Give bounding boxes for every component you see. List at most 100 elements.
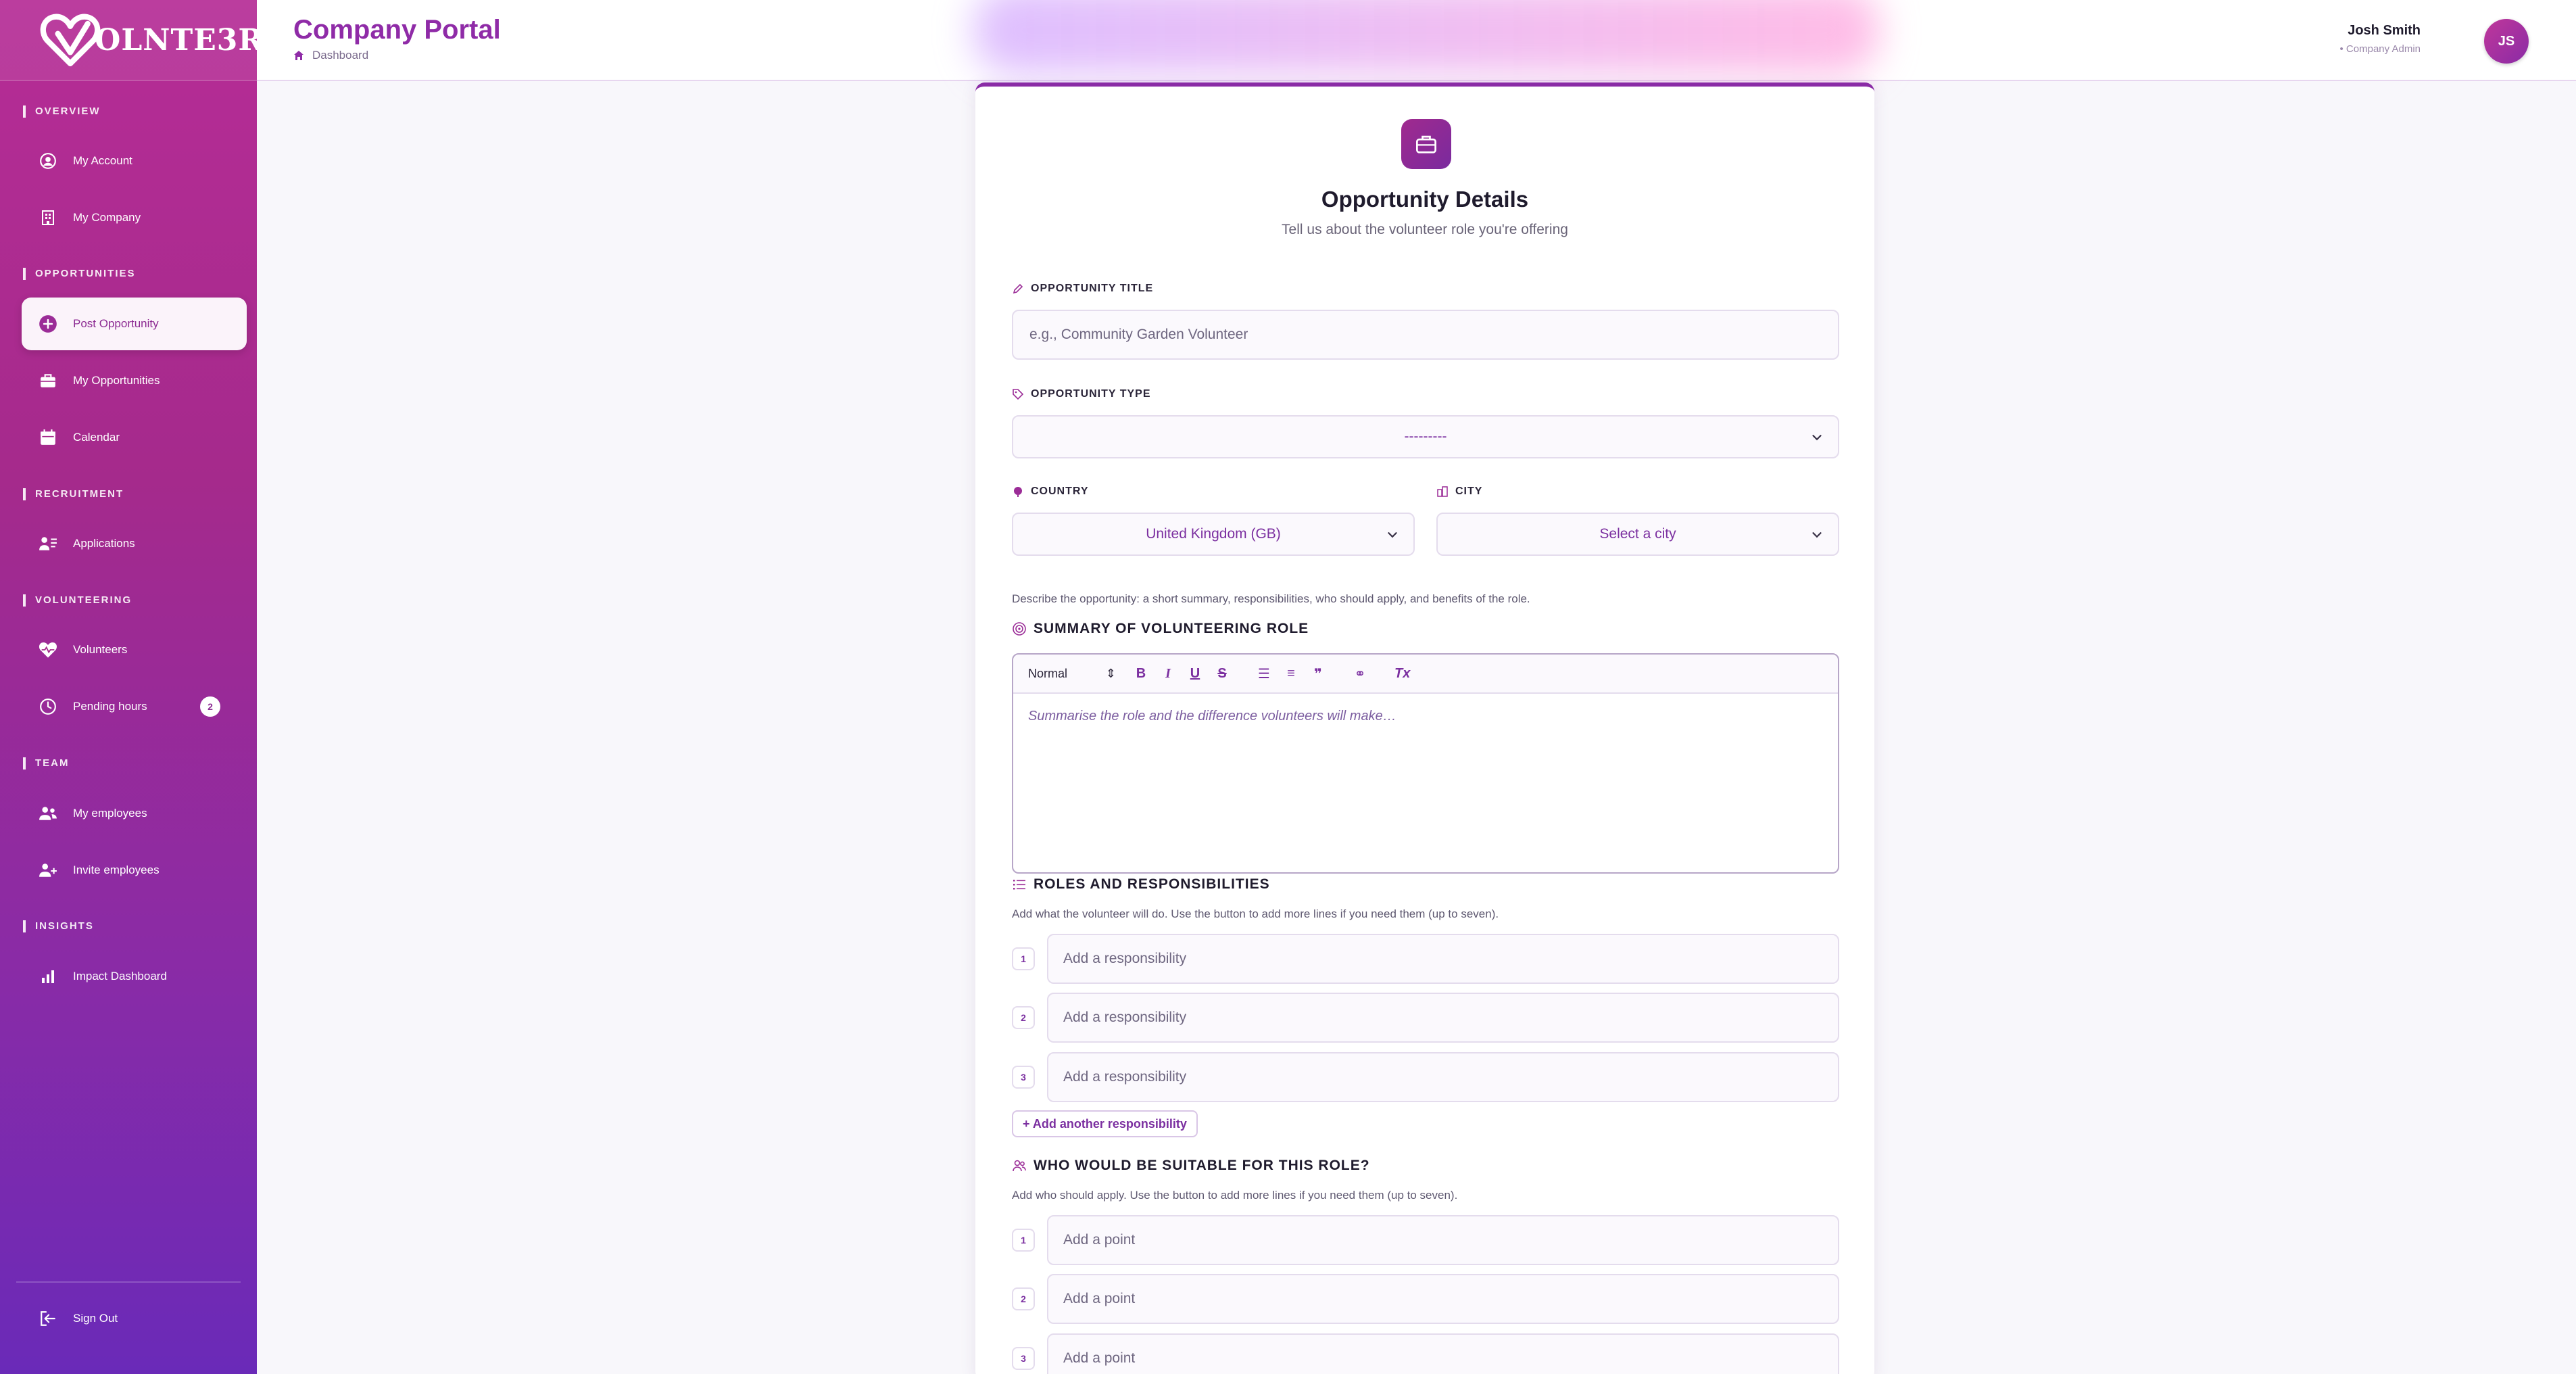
avatar[interactable]: JS (2484, 19, 2529, 64)
ordered-list-icon[interactable]: ☰ (1257, 665, 1271, 682)
suitable-help-text: Add who should apply. Use the button to … (1012, 1189, 1458, 1202)
sign-out-icon (38, 1308, 58, 1329)
sidebar-item-label: My Opportunities (73, 374, 160, 387)
city-label: CITY (1436, 485, 1482, 498)
plus-circle-icon (38, 314, 58, 334)
chevron-down-icon (1388, 532, 1397, 538)
opportunity-title-input[interactable]: e.g., Community Garden Volunteer (1012, 310, 1839, 360)
row-number: 2 (1012, 1006, 1035, 1029)
user-name: Josh Smith (2348, 23, 2421, 38)
users-icon (1013, 1160, 1026, 1172)
sidebar-item-label: Impact Dashboard (73, 970, 167, 982)
sidebar-item-label: Calendar (73, 431, 120, 444)
sidebar-item-my-account[interactable]: My Account (22, 135, 247, 187)
describe-help-text: Describe the opportunity: a short summar… (1012, 592, 1530, 605)
sidebar-item-applications[interactable]: Applications (22, 517, 247, 570)
suitable-section-title: WHO WOULD BE SUITABLE FOR THIS ROLE? (1012, 1158, 1370, 1174)
suitable-point-input[interactable]: Add a point (1047, 1215, 1839, 1265)
sidebar-item-post-opportunity[interactable]: Post Opportunity (22, 298, 247, 350)
opportunity-title-label: OPPORTUNITY TITLE (1012, 283, 1153, 295)
target-icon (1013, 622, 1026, 636)
text-style-select[interactable]: Normal ⇕ (1028, 667, 1116, 681)
country-select[interactable]: United Kingdom (GB) (1012, 513, 1415, 556)
clock-icon (38, 696, 58, 717)
heart-logo-icon (40, 14, 101, 67)
strikethrough-button[interactable]: S (1215, 666, 1230, 682)
bullet-list-icon[interactable]: ≡ (1284, 666, 1298, 682)
user-circle-icon (38, 151, 58, 171)
calendar-icon (38, 427, 58, 448)
logo[interactable]: OLNTE3R (0, 0, 263, 81)
city-buildings-icon (1437, 486, 1448, 497)
heart-pulse-icon (38, 640, 58, 660)
editor-toolbar: Normal ⇕ B I U S ☰ ≡ ❞ ⚭ Tx (1013, 655, 1838, 694)
list-icon (1013, 880, 1025, 890)
sidebar-item-my-opportunities[interactable]: My Opportunities (22, 354, 247, 407)
link-icon[interactable]: ⚭ (1353, 665, 1367, 682)
editor-placeholder: Summarise the role and the difference vo… (1028, 709, 1396, 724)
top-header: Company Portal Dashboard Josh Smith • Co… (257, 0, 2576, 81)
responsibilities-section-title: ROLES AND RESPONSIBILITIES (1012, 876, 1270, 893)
user-plus-icon (38, 860, 58, 880)
briefcase-icon (38, 371, 58, 391)
section-recruitment: RECRUITMENT (23, 488, 124, 500)
summary-rich-text-editor[interactable]: Normal ⇕ B I U S ☰ ≡ ❞ ⚭ Tx Summarise th… (1012, 653, 1839, 874)
opportunity-type-select[interactable]: --------- (1012, 415, 1839, 458)
sidebar-item-label: Post Opportunity (73, 317, 159, 330)
add-responsibility-button[interactable]: + Add another responsibility (1012, 1110, 1198, 1137)
sidebar-item-impact-dashboard[interactable]: Impact Dashboard (22, 950, 247, 1003)
sign-out-button[interactable]: Sign Out (22, 1292, 247, 1345)
page-title: Company Portal (293, 15, 501, 45)
sidebar-item-label: Volunteers (73, 643, 128, 656)
country-label: COUNTRY (1012, 485, 1089, 498)
globe-icon (1014, 487, 1022, 497)
opportunity-type-label: OPPORTUNITY TYPE (1012, 388, 1151, 400)
italic-button[interactable]: I (1161, 666, 1175, 682)
section-team: TEAM (23, 757, 70, 769)
sidebar-item-calendar[interactable]: Calendar (22, 411, 247, 464)
sidebar-item-label: Invite employees (73, 863, 160, 876)
sidebar-item-my-employees[interactable]: My employees (22, 787, 247, 840)
sidebar-item-pending-hours[interactable]: Pending hours 2 (22, 680, 247, 733)
responsibility-input[interactable]: Add a responsibility (1047, 993, 1839, 1043)
city-select[interactable]: Select a city (1436, 513, 1839, 556)
sign-out-label: Sign Out (73, 1312, 118, 1325)
row-number: 3 (1012, 1347, 1035, 1370)
logo-wordmark: OLNTE3R (95, 22, 264, 57)
breadcrumb[interactable]: Dashboard (293, 49, 368, 62)
suitable-point-input[interactable]: Add a point (1047, 1333, 1839, 1374)
breadcrumb-dashboard: Dashboard (312, 49, 369, 62)
header-glow (973, 0, 1879, 74)
responsibilities-help-text: Add what the volunteer will do. Use the … (1012, 907, 1499, 920)
chevron-down-icon (1812, 435, 1822, 441)
suitable-point-input[interactable]: Add a point (1047, 1274, 1839, 1324)
form-title: Opportunity Details (1321, 187, 1529, 212)
opportunity-form-card: Opportunity Details Tell us about the vo… (975, 82, 1874, 1374)
blockquote-icon[interactable]: ❞ (1311, 665, 1326, 682)
responsibility-input[interactable]: Add a responsibility (1047, 1052, 1839, 1102)
sidebar-divider (16, 1281, 241, 1283)
underline-button[interactable]: U (1188, 666, 1202, 682)
responsibility-input[interactable]: Add a responsibility (1047, 934, 1839, 984)
form-subtitle: Tell us about the volunteer role you're … (1282, 222, 1568, 237)
users-icon (38, 803, 58, 824)
pencil-icon (1013, 283, 1023, 294)
pending-count-badge: 2 (200, 696, 220, 717)
home-icon (294, 51, 303, 60)
updown-icon: ⇕ (1105, 666, 1116, 680)
sidebar: OLNTE3R OVERVIEW My Account My Company O… (0, 0, 263, 1374)
section-opportunities: OPPORTUNITIES (23, 268, 136, 280)
sidebar-item-my-company[interactable]: My Company (22, 191, 247, 244)
row-number: 1 (1012, 947, 1035, 970)
sidebar-item-invite-employees[interactable]: Invite employees (22, 844, 247, 897)
sidebar-item-label: Pending hours (73, 700, 147, 713)
chevron-down-icon (1812, 532, 1822, 538)
sidebar-item-volunteers[interactable]: Volunteers (22, 623, 247, 676)
sidebar-item-label: My employees (73, 807, 147, 820)
bold-button[interactable]: B (1134, 666, 1148, 682)
clear-format-icon[interactable]: Tx (1394, 666, 1410, 682)
section-overview: OVERVIEW (23, 105, 101, 118)
section-insights: INSIGHTS (23, 920, 94, 932)
row-number: 1 (1012, 1229, 1035, 1252)
building-icon (38, 208, 58, 228)
